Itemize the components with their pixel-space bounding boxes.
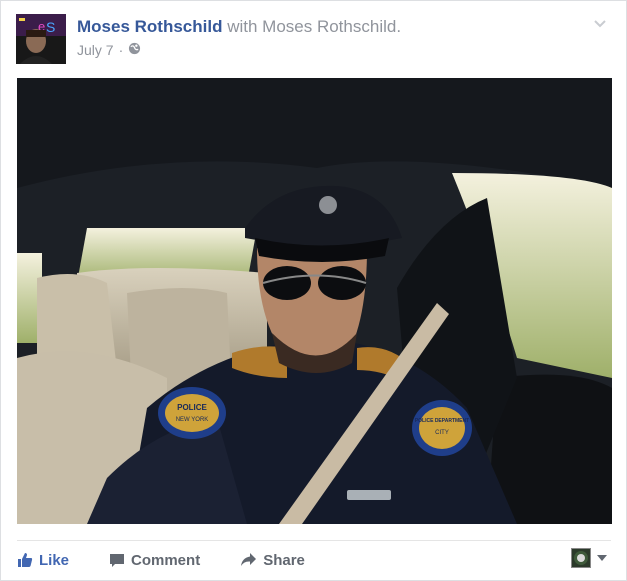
like-label: Like — [39, 551, 70, 569]
chevron-down-icon[interactable] — [592, 15, 608, 31]
post-date-link[interactable]: July 7 — [77, 42, 114, 58]
patch-right-label: POLICE DEPARTMENT — [415, 418, 469, 424]
comment-label: Comment — [131, 551, 201, 569]
thumbs-up-icon — [18, 553, 33, 567]
share-label: Share — [263, 551, 305, 569]
patch-left-sublabel: NEW YORK — [176, 417, 209, 423]
actions-divider — [17, 540, 611, 541]
tagged-with-text[interactable]: with Moses Rothschild. — [227, 17, 401, 36]
caret-down-icon — [597, 549, 607, 567]
avatar-image: e S — [16, 14, 66, 64]
share-icon — [241, 553, 257, 566]
post-actions: Like Comment Share — [17, 547, 345, 573]
avatar[interactable]: e S — [16, 14, 66, 64]
post-as-selector[interactable] — [571, 548, 607, 568]
page-avatar-icon — [571, 548, 591, 568]
globe-icon[interactable] — [128, 42, 141, 58]
post-meta: July 7 · — [77, 42, 401, 58]
post-photo[interactable]: POLICE NEW YORK POLICE DEPARTMENT CITY — [17, 78, 612, 524]
police-selfie-image: POLICE NEW YORK POLICE DEPARTMENT CITY — [17, 78, 612, 524]
post-title-line: Moses Rothschild with Moses Rothschild. — [77, 17, 401, 37]
patch-right-sublabel: CITY — [435, 430, 449, 436]
comment-button[interactable]: Comment — [109, 552, 200, 569]
share-button[interactable]: Share — [240, 552, 305, 569]
post-card: e S Moses Rothschild with Moses Rothschi… — [0, 0, 627, 581]
meta-separator: · — [118, 42, 124, 58]
svg-text:S: S — [46, 19, 55, 35]
patch-left-label: POLICE — [177, 403, 207, 412]
comment-icon — [110, 554, 125, 567]
like-button[interactable]: Like — [17, 552, 69, 569]
author-name-link[interactable]: Moses Rothschild — [77, 17, 222, 36]
post-header: Moses Rothschild with Moses Rothschild. … — [77, 17, 401, 58]
